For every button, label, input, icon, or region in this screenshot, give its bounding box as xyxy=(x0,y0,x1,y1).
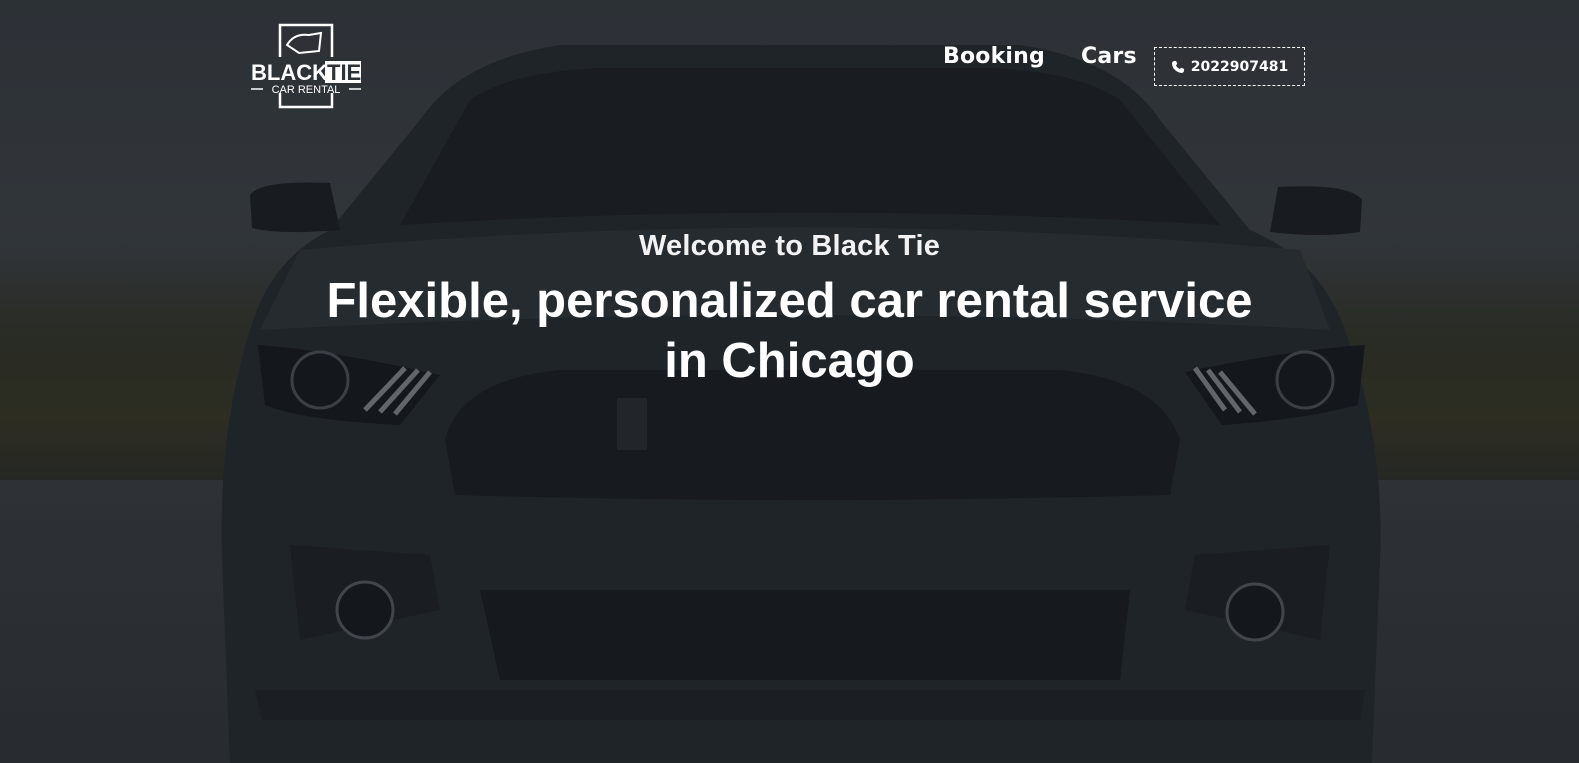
hero-eyebrow: Welcome to Black Tie xyxy=(638,230,941,262)
nav-booking-link[interactable]: Booking xyxy=(943,44,1045,69)
nav-cars-link[interactable]: Cars xyxy=(1081,44,1137,69)
site-header: BLACK TIE CAR RENTAL Booking Cars 202290… xyxy=(0,0,1579,130)
phone-button[interactable]: 2022907481 xyxy=(1154,47,1305,86)
phone-number: 2022907481 xyxy=(1190,58,1289,75)
black-tie-logo[interactable]: BLACK TIE CAR RENTAL xyxy=(249,23,363,109)
hero-text-block: Welcome to Black Tie Flexible, personali… xyxy=(300,230,1279,391)
svg-text:BLACK: BLACK xyxy=(251,60,328,85)
phone-icon xyxy=(1171,60,1184,73)
svg-text:CAR RENTAL: CAR RENTAL xyxy=(272,84,341,96)
hero-headline: Flexible, personalized car rental servic… xyxy=(326,274,1253,388)
hero-section: BLACK TIE CAR RENTAL Booking Cars 202290… xyxy=(0,0,1579,763)
svg-text:TIE: TIE xyxy=(327,60,361,85)
